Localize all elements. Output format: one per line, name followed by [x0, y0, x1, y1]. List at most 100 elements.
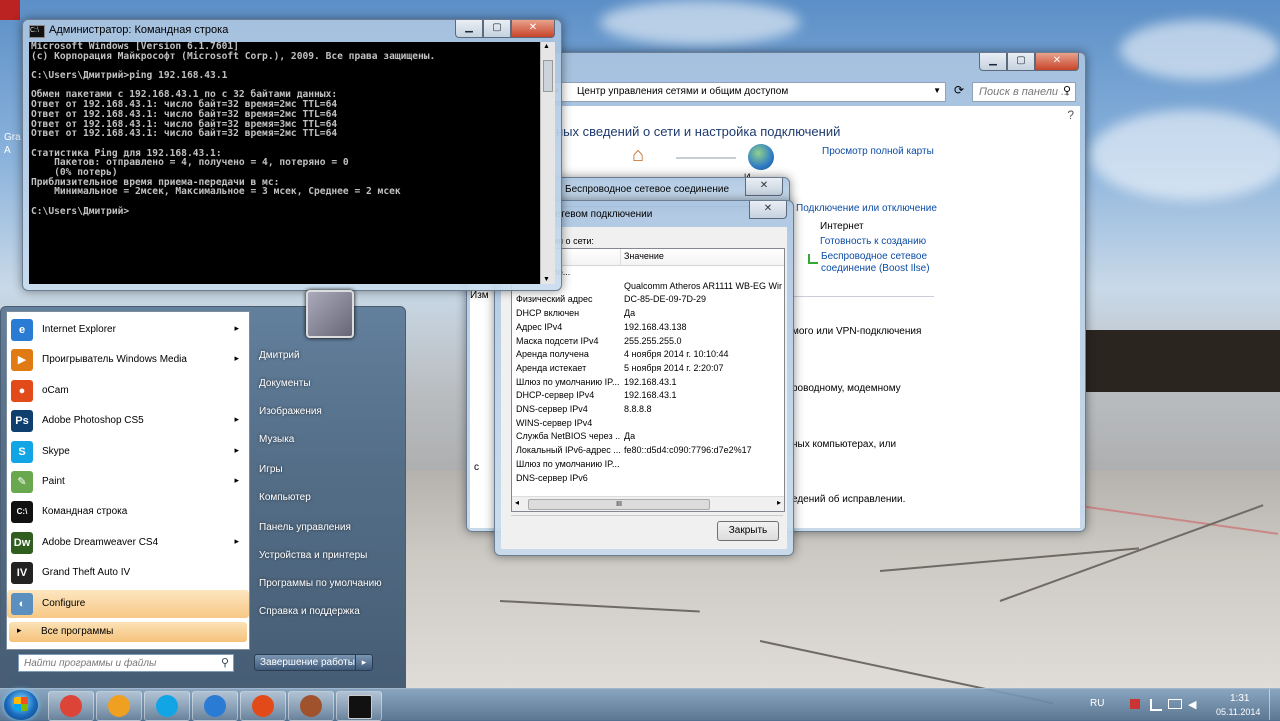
- table-row[interactable]: Служба NetBIOS через ... Да: [512, 431, 784, 445]
- vpn-text: мого или VPN-подключения: [792, 326, 922, 337]
- taskbar-button[interactable]: [144, 691, 190, 721]
- search-input[interactable]: Поиск в панели ...: [972, 82, 1076, 102]
- start-menu-program[interactable]: Ps Adobe Photoshop CS5 ▸: [7, 407, 249, 435]
- row-value: DC-85-DE-09-7D-29: [624, 294, 707, 305]
- language-indicator[interactable]: RU: [1090, 698, 1104, 709]
- taskbar-button[interactable]: [240, 691, 286, 721]
- table-row[interactable]: DNS-сервер IPv6: [512, 473, 784, 487]
- search-icon[interactable]: ⚲: [221, 656, 229, 669]
- table-row[interactable]: DHCP-сервер IPv4 192.168.43.1: [512, 390, 784, 404]
- taskbar-button[interactable]: [192, 691, 238, 721]
- dropdown-icon[interactable]: ▼: [933, 86, 941, 95]
- start-menu-link[interactable]: Программы по умолчанию: [250, 578, 382, 598]
- start-menu-link[interactable]: Компьютер: [250, 492, 311, 512]
- row-property: Шлюз по умолчанию IP...: [516, 458, 620, 469]
- close-button[interactable]: ✕: [745, 178, 783, 196]
- show-desktop-button[interactable]: [1269, 689, 1280, 720]
- table-row[interactable]: WINS-сервер IPv4: [512, 418, 784, 432]
- start-menu-link[interactable]: Документы: [250, 378, 311, 398]
- submenu-arrow-icon[interactable]: ▸: [234, 475, 239, 486]
- ready-link[interactable]: Готовность к созданию: [820, 236, 926, 247]
- vertical-scrollbar[interactable]: ▲ ▼: [540, 42, 555, 284]
- close-button[interactable]: ✕: [1035, 53, 1079, 71]
- submenu-arrow-icon[interactable]: ▸: [234, 414, 239, 425]
- submenu-arrow-icon[interactable]: ▸: [234, 536, 239, 547]
- separator: [792, 296, 934, 297]
- start-menu-program[interactable]: C:\ Командная строка: [7, 498, 249, 526]
- all-programs-button[interactable]: ▸ Все программы: [9, 622, 247, 642]
- tray-flag-icon[interactable]: [1130, 699, 1140, 709]
- start-menu-program[interactable]: ◐ Configure: [7, 589, 249, 618]
- start-menu-program[interactable]: e Internet Explorer ▸: [7, 316, 249, 344]
- user-picture[interactable]: [306, 290, 354, 338]
- console-line: Минимальное = 2мсек, Максимальное = 3 мс…: [31, 186, 401, 198]
- taskbar-button[interactable]: [48, 691, 94, 721]
- column-value[interactable]: Значение: [624, 251, 664, 261]
- wireless-connection-link[interactable]: Беспроводное сетевое соединение (Boost I…: [821, 251, 941, 275]
- start-menu-program[interactable]: S Skype ▸: [7, 438, 249, 466]
- submenu-arrow-icon[interactable]: ▸: [234, 323, 239, 334]
- console-area[interactable]: Microsoft Windows [Version 6.1.7601] (c) …: [29, 42, 555, 284]
- horizontal-scrollbar[interactable]: ◂ III ▸: [512, 496, 784, 511]
- view-full-map-link[interactable]: Просмотр полной карты: [822, 146, 934, 157]
- desktop-icon-fragment[interactable]: [0, 0, 20, 20]
- table-row[interactable]: Аренда истекает 5 ноября 2014 г. 2:20:07: [512, 363, 784, 377]
- shutdown-button[interactable]: Завершение работы: [254, 654, 356, 671]
- clock-time[interactable]: 1:31: [1230, 693, 1249, 704]
- row-property: Маска подсети IPv4: [516, 335, 599, 346]
- tray-network-icon[interactable]: [1150, 699, 1162, 711]
- start-menu-link[interactable]: Игры: [250, 464, 283, 484]
- start-menu-program[interactable]: IV Grand Theft Auto IV: [7, 559, 249, 587]
- start-search-input[interactable]: Найти программы и файлы ⚲: [18, 654, 234, 672]
- refresh-icon[interactable]: ⟳: [950, 83, 968, 101]
- close-dialog-button[interactable]: Закрыть: [717, 521, 779, 541]
- start-menu-link[interactable]: Справка и поддержка: [250, 606, 360, 626]
- program-label: Internet Explorer: [42, 324, 116, 335]
- table-row[interactable]: Маска подсети IPv4 255.255.255.0: [512, 336, 784, 350]
- start-menu-program[interactable]: Dw Adobe Dreamweaver CS4 ▸: [7, 529, 249, 557]
- scroll-left-icon[interactable]: ◂: [515, 498, 519, 507]
- start-menu-link[interactable]: Дмитрий: [250, 350, 300, 370]
- table-row[interactable]: Адрес IPv4 192.168.43.138: [512, 322, 784, 336]
- table-row[interactable]: DHCP включен Да: [512, 308, 784, 322]
- submenu-arrow-icon[interactable]: ▸: [234, 353, 239, 364]
- start-menu-link[interactable]: Изображения: [250, 406, 322, 426]
- table-row[interactable]: Аренда получена 4 ноября 2014 г. 10:10:44: [512, 349, 784, 363]
- help-icon[interactable]: ?: [1067, 108, 1074, 122]
- shutdown-options-button[interactable]: ▸: [356, 654, 373, 671]
- search-icon[interactable]: ⚲: [1063, 84, 1071, 97]
- close-button[interactable]: ✕: [749, 201, 787, 219]
- tray-power-icon[interactable]: [1168, 699, 1182, 709]
- submenu-arrow-icon[interactable]: ▸: [234, 445, 239, 456]
- taskbar-button[interactable]: [336, 691, 382, 721]
- scroll-right-icon[interactable]: ▸: [777, 498, 781, 507]
- table-row[interactable]: Шлюз по умолчанию IP...: [512, 459, 784, 473]
- start-menu-link[interactable]: Устройства и принтеры: [250, 550, 367, 570]
- start-menu-program[interactable]: ▶ Проигрыватель Windows Media ▸: [7, 346, 249, 374]
- minimize-button[interactable]: ▁: [455, 20, 483, 38]
- table-row[interactable]: Локальный IPv6-адрес ... fe80::d5d4:c090:…: [512, 445, 784, 459]
- start-menu-link[interactable]: Музыка: [250, 434, 294, 454]
- scroll-up-icon[interactable]: ▲: [543, 43, 550, 50]
- start-menu-program[interactable]: ● oCam: [7, 377, 249, 405]
- connect-disconnect-link[interactable]: Подключение или отключение: [796, 203, 937, 214]
- maximize-button[interactable]: ▢: [1007, 53, 1035, 71]
- scroll-thumb[interactable]: [543, 60, 553, 92]
- scroll-thumb[interactable]: III: [528, 499, 710, 510]
- minimize-button[interactable]: ▁: [979, 53, 1007, 71]
- command-prompt-icon: C:\: [11, 501, 33, 524]
- maximize-button[interactable]: ▢: [483, 20, 511, 38]
- table-row[interactable]: Шлюз по умолчанию IP... 192.168.43.1: [512, 377, 784, 391]
- scroll-down-icon[interactable]: ▼: [543, 276, 550, 283]
- close-button[interactable]: ✕: [511, 20, 555, 38]
- address-bar[interactable]: » Центр управления сетями и общим доступ…: [548, 82, 946, 102]
- table-row[interactable]: DNS-сервер IPv4 8.8.8.8: [512, 404, 784, 418]
- start-button[interactable]: [4, 690, 38, 720]
- taskbar-button[interactable]: [96, 691, 142, 721]
- taskbar-button[interactable]: [288, 691, 334, 721]
- table-row[interactable]: Физический адрес DC-85-DE-09-7D-29: [512, 294, 784, 308]
- clock-date[interactable]: 05.11.2014: [1216, 707, 1260, 717]
- start-menu-program[interactable]: ✎ Paint ▸: [7, 468, 249, 496]
- tray-volume-icon[interactable]: ◀: [1188, 698, 1196, 711]
- start-menu-link[interactable]: Панель управления: [250, 522, 351, 542]
